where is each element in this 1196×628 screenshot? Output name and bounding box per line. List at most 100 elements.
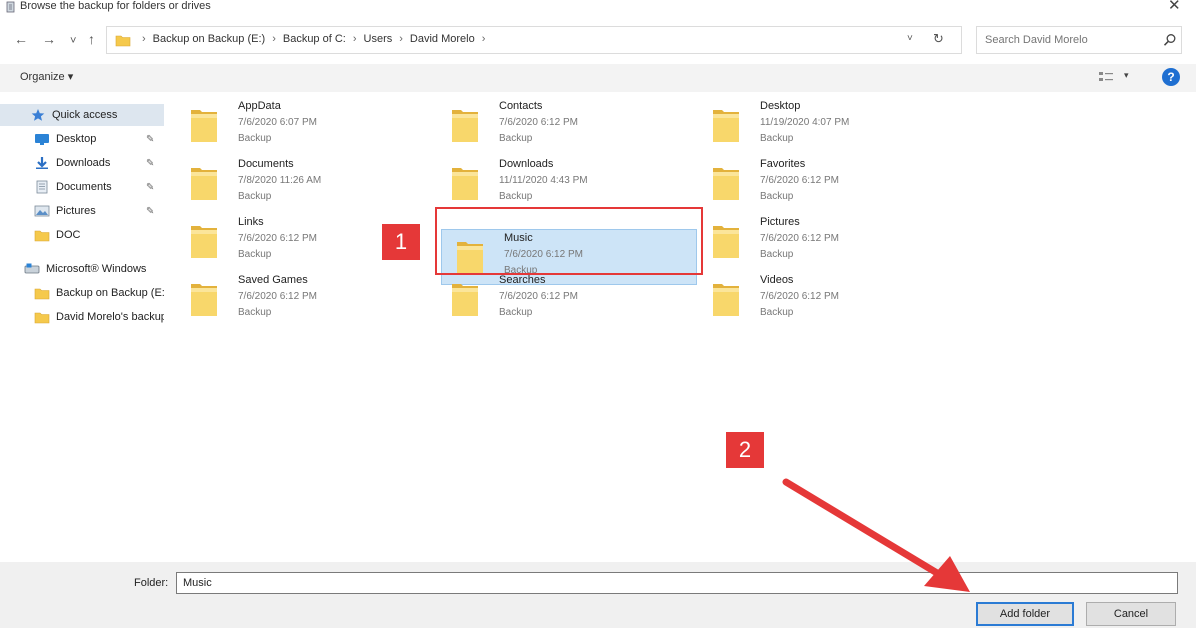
folder-item-contacts[interactable]: Contacts 7/6/2020 6:12 PM Backup xyxy=(437,98,699,152)
organize-menu-button[interactable]: Organize ▾ xyxy=(20,70,73,83)
folder-name: Documents xyxy=(238,158,294,170)
folder-location: Backup xyxy=(499,133,533,144)
folder-icon xyxy=(191,226,217,258)
callout-number-1: 1 xyxy=(382,224,420,260)
navigation-pane: Quick access Desktop ✎ Downloads ✎ Docum… xyxy=(0,96,164,560)
folder-location: Backup xyxy=(760,249,794,260)
folder-name: Favorites xyxy=(760,158,806,170)
help-icon[interactable]: ? xyxy=(1162,68,1180,86)
folder-icon xyxy=(713,168,739,200)
folder-item-documents[interactable]: Documents 7/8/2020 11:26 AM Backup xyxy=(176,156,438,210)
folder-icon xyxy=(191,110,217,142)
sidebar-item-label: Desktop xyxy=(56,133,97,145)
forward-arrow-icon[interactable]: → xyxy=(42,30,56,48)
pictures-icon xyxy=(34,205,50,217)
folder-field-label: Folder: xyxy=(134,577,169,589)
folder-name-input[interactable] xyxy=(176,572,1178,594)
folder-icon xyxy=(191,284,217,316)
folder-modified-date: 7/6/2020 6:12 PM xyxy=(499,117,578,128)
breadcrumb-separator[interactable]: › xyxy=(477,33,491,45)
folder-view: AppData 7/6/2020 6:07 PM Backup Contacts 7/6… xyxy=(176,96,1196,560)
folder-icon xyxy=(452,110,478,142)
drive-icon xyxy=(24,263,40,274)
folder-icon xyxy=(713,110,739,142)
folder-location: Backup xyxy=(499,307,533,318)
folder-icon xyxy=(34,312,50,324)
folder-location: Backup xyxy=(238,191,272,202)
search-box[interactable] xyxy=(976,26,1182,54)
app-icon xyxy=(6,1,15,13)
sidebar-item-pictures[interactable]: Pictures ✎ xyxy=(0,200,164,222)
cancel-button[interactable]: Cancel xyxy=(1086,602,1176,626)
folder-modified-date: 7/6/2020 6:12 PM xyxy=(760,175,839,186)
folder-location: Backup xyxy=(238,307,272,318)
address-dropdown-icon[interactable]: ˅ xyxy=(907,33,913,44)
breadcrumb-separator[interactable]: › xyxy=(348,33,362,45)
search-input[interactable] xyxy=(977,27,1157,53)
breadcrumb-item[interactable]: Backup of C: xyxy=(281,33,348,45)
folder-item-saved-games[interactable]: Saved Games 7/6/2020 6:12 PM Backup xyxy=(176,272,438,326)
pin-icon[interactable]: ✎ xyxy=(146,134,154,145)
folder-name: Downloads xyxy=(499,158,554,170)
folder-item-pictures[interactable]: Pictures 7/6/2020 6:12 PM Backup xyxy=(698,214,960,268)
sidebar-item-microsoft-windows[interactable]: Microsoft® Windows xyxy=(0,258,164,280)
recent-locations-icon[interactable]: ˅ xyxy=(70,32,76,50)
sidebar-item-label: David Morelo's backup xyxy=(56,311,164,323)
folder-location: Backup xyxy=(760,307,794,318)
folder-icon xyxy=(713,226,739,258)
sidebar-item-label: Microsoft® Windows xyxy=(46,263,147,275)
sidebar-item-label: DOC xyxy=(56,229,81,241)
folder-icon xyxy=(452,284,478,316)
folder-name: Links xyxy=(238,216,264,228)
desktop-icon xyxy=(35,134,49,145)
breadcrumb-separator[interactable]: › xyxy=(137,33,151,45)
sidebar-item-quick-access[interactable]: Quick access xyxy=(0,104,164,126)
address-bar[interactable]: › Backup on Backup (E:) › Backup of C: › User… xyxy=(106,26,962,54)
pin-icon[interactable]: ✎ xyxy=(146,206,154,217)
sidebar-item-label: Pictures xyxy=(56,205,96,217)
folder-modified-date: 11/19/2020 4:07 PM xyxy=(760,117,850,128)
folder-item-appdata[interactable]: AppData 7/6/2020 6:07 PM Backup xyxy=(176,98,438,152)
sidebar-item-david-morelo-backup[interactable]: David Morelo's backup xyxy=(0,306,164,328)
navigation-bar: ← → ˅ ↑ › Backup on Backup (E:) › Backup of… xyxy=(0,24,1196,56)
view-dropdown-icon[interactable]: ▾ xyxy=(1124,70,1129,81)
sidebar-item-label: Documents xyxy=(56,181,112,193)
folder-item-desktop[interactable]: Desktop 11/19/2020 4:07 PM Backup xyxy=(698,98,960,152)
breadcrumb-item[interactable]: Users xyxy=(362,33,395,45)
star-icon xyxy=(31,109,45,121)
sidebar-item-desktop[interactable]: Desktop ✎ xyxy=(0,128,164,150)
folder-item-videos[interactable]: Videos 7/6/2020 6:12 PM Backup xyxy=(698,272,960,326)
sidebar-item-documents[interactable]: Documents ✎ xyxy=(0,176,164,198)
download-icon xyxy=(36,157,48,169)
search-icon[interactable] xyxy=(1163,33,1177,47)
folder-modified-date: 7/6/2020 6:12 PM xyxy=(238,233,317,244)
breadcrumb-separator[interactable]: › xyxy=(394,33,408,45)
pin-icon[interactable]: ✎ xyxy=(146,158,154,169)
sidebar-item-downloads[interactable]: Downloads ✎ xyxy=(0,152,164,174)
up-arrow-icon[interactable]: ↑ xyxy=(88,30,95,48)
folder-icon xyxy=(34,288,50,300)
breadcrumb-separator[interactable]: › xyxy=(267,33,281,45)
folder-location: Backup xyxy=(760,133,794,144)
folder-name: Saved Games xyxy=(238,274,308,286)
folder-modified-date: 7/6/2020 6:12 PM xyxy=(760,233,839,244)
view-options-icon[interactable] xyxy=(1098,70,1114,84)
breadcrumb-item[interactable]: Backup on Backup (E:) xyxy=(151,33,268,45)
sidebar-item-backup-on-backup[interactable]: Backup on Backup (E:) xyxy=(0,282,164,304)
sidebar-item-label: Backup on Backup (E:) xyxy=(56,287,164,299)
close-icon[interactable]: ✕ xyxy=(1168,0,1181,14)
window-title: Browse the backup for folders or drives xyxy=(20,0,211,12)
folder-item-downloads[interactable]: Downloads 11/11/2020 4:43 PM Backup xyxy=(437,156,699,210)
folder-location: Backup xyxy=(760,191,794,202)
folder-icon xyxy=(452,168,478,200)
back-arrow-icon[interactable]: ← xyxy=(14,30,28,48)
refresh-icon[interactable]: ↻ xyxy=(933,31,944,47)
folder-item-favorites[interactable]: Favorites 7/6/2020 6:12 PM Backup xyxy=(698,156,960,210)
breadcrumb-item[interactable]: David Morelo xyxy=(408,33,477,45)
add-folder-button[interactable]: Add folder xyxy=(976,602,1074,626)
sidebar-item-doc[interactable]: DOC xyxy=(0,224,164,246)
folder-item-searches[interactable]: Searches 7/6/2020 6:12 PM Backup xyxy=(437,272,699,326)
command-toolbar: Organize ▾ ▾ ? xyxy=(0,64,1196,92)
dialog-footer: Folder: Add folder Cancel xyxy=(0,562,1196,628)
pin-icon[interactable]: ✎ xyxy=(146,182,154,193)
